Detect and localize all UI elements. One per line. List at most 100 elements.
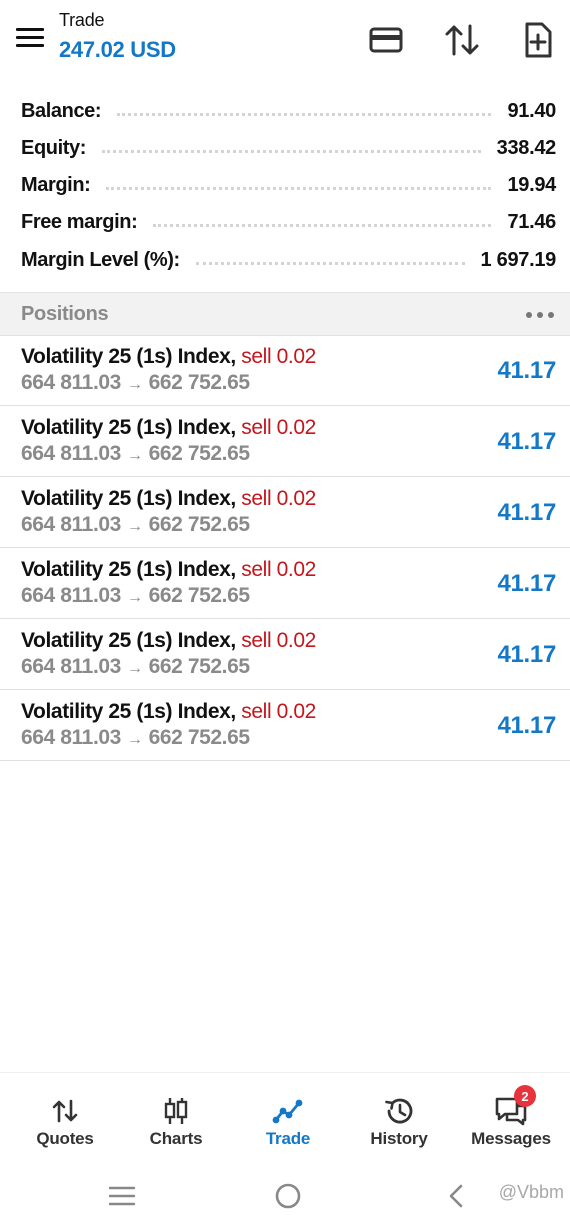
position-profit: 41.17 bbox=[497, 712, 556, 739]
dotted-leader bbox=[106, 186, 492, 190]
position-row[interactable]: Volatility 25 (1s) Index, sell 0.02 664 … bbox=[0, 619, 570, 690]
trade-line-icon bbox=[232, 1095, 344, 1127]
equity-row: Equity: 338.42 bbox=[21, 133, 556, 163]
position-side: sell 0.02 bbox=[241, 345, 316, 368]
margin-label: Margin: bbox=[21, 173, 91, 196]
open-price: 664 811.03 bbox=[21, 513, 121, 536]
history-icon bbox=[343, 1095, 455, 1127]
account-balance-header: 247.02 USD bbox=[59, 37, 176, 62]
positions-section-header: Positions bbox=[0, 292, 570, 336]
position-title: Volatility 25 (1s) Index, sell 0.02 bbox=[21, 345, 316, 369]
position-title: Volatility 25 (1s) Index, sell 0.02 bbox=[21, 629, 316, 653]
sort-arrows-icon[interactable] bbox=[442, 20, 482, 60]
bottom-tab-bar: Quotes Charts Trade History 2 Messages bbox=[0, 1072, 570, 1165]
position-title: Volatility 25 (1s) Index, sell 0.02 bbox=[21, 416, 316, 440]
position-title: Volatility 25 (1s) Index, sell 0.02 bbox=[21, 558, 316, 582]
position-row[interactable]: Volatility 25 (1s) Index, sell 0.02 664 … bbox=[0, 477, 570, 548]
equity-label: Equity: bbox=[21, 136, 86, 159]
dotted-leader bbox=[195, 261, 465, 265]
current-price: 662 752.65 bbox=[148, 655, 251, 678]
position-symbol: Volatility 25 (1s) Index, bbox=[21, 558, 236, 581]
position-row[interactable]: Volatility 25 (1s) Index, sell 0.02 664 … bbox=[0, 548, 570, 619]
watermark-text: @Vbbm bbox=[498, 1182, 564, 1202]
position-profit: 41.17 bbox=[497, 641, 556, 668]
positions-list: Volatility 25 (1s) Index, sell 0.02 664 … bbox=[0, 335, 570, 761]
open-price: 664 811.03 bbox=[21, 371, 121, 394]
position-prices: 664 811.03 → 662 752.65 bbox=[21, 371, 250, 395]
position-prices: 664 811.03 → 662 752.65 bbox=[21, 726, 250, 750]
position-prices: 664 811.03 → 662 752.65 bbox=[21, 584, 250, 608]
margin-row: Margin: 19.94 bbox=[21, 170, 556, 200]
position-side: sell 0.02 bbox=[241, 558, 316, 581]
tab-label: Quotes bbox=[36, 1129, 94, 1148]
free-margin-label: Free margin: bbox=[21, 210, 138, 233]
position-title: Volatility 25 (1s) Index, sell 0.02 bbox=[21, 487, 316, 511]
system-navigation-bar: @Vbbm bbox=[0, 1164, 570, 1227]
more-options-icon[interactable] bbox=[526, 305, 554, 325]
position-side: sell 0.02 bbox=[241, 629, 316, 652]
position-row[interactable]: Volatility 25 (1s) Index, sell 0.02 664 … bbox=[0, 406, 570, 477]
position-profit: 41.17 bbox=[497, 570, 556, 597]
position-prices: 664 811.03 → 662 752.65 bbox=[21, 655, 250, 679]
position-symbol: Volatility 25 (1s) Index, bbox=[21, 700, 236, 723]
open-price: 664 811.03 bbox=[21, 584, 121, 607]
position-symbol: Volatility 25 (1s) Index, bbox=[21, 487, 236, 510]
position-row[interactable]: Volatility 25 (1s) Index, sell 0.02 664 … bbox=[0, 690, 570, 761]
arrow-right-icon: → bbox=[126, 447, 143, 464]
quotes-icon bbox=[9, 1095, 121, 1127]
page-title: Trade bbox=[59, 10, 105, 30]
balance-value: 91.40 bbox=[507, 99, 556, 122]
tab-label: Trade bbox=[265, 1129, 311, 1148]
tab-history[interactable]: History bbox=[343, 1095, 455, 1157]
position-side: sell 0.02 bbox=[241, 700, 316, 723]
position-symbol: Volatility 25 (1s) Index, bbox=[21, 629, 236, 652]
position-prices: 664 811.03 → 662 752.65 bbox=[21, 513, 250, 537]
position-side: sell 0.02 bbox=[241, 416, 316, 439]
recents-icon[interactable] bbox=[102, 1180, 142, 1212]
arrow-right-icon: → bbox=[126, 518, 143, 535]
arrow-right-icon: → bbox=[126, 376, 143, 393]
position-side: sell 0.02 bbox=[241, 487, 316, 510]
position-prices: 664 811.03 → 662 752.65 bbox=[21, 442, 250, 466]
position-row[interactable]: Volatility 25 (1s) Index, sell 0.02 664 … bbox=[0, 335, 570, 406]
tab-charts[interactable]: Charts bbox=[120, 1095, 232, 1157]
margin-level-label: Margin Level (%): bbox=[21, 248, 180, 271]
dotted-leader bbox=[117, 112, 492, 116]
app-header: Trade 247.02 USD bbox=[0, 0, 570, 90]
unread-badge: 2 bbox=[514, 1085, 536, 1107]
home-icon[interactable] bbox=[268, 1180, 308, 1212]
open-price: 664 811.03 bbox=[21, 442, 121, 465]
tab-messages[interactable]: 2 Messages bbox=[455, 1085, 567, 1157]
open-price: 664 811.03 bbox=[21, 655, 121, 678]
back-icon[interactable] bbox=[436, 1180, 476, 1212]
margin-level-row: Margin Level (%): 1 697.19 bbox=[21, 245, 556, 275]
position-title: Volatility 25 (1s) Index, sell 0.02 bbox=[21, 700, 316, 724]
card-icon[interactable] bbox=[366, 20, 406, 60]
tab-label: Messages bbox=[471, 1129, 551, 1148]
messages-icon: 2 bbox=[455, 1085, 567, 1127]
current-price: 662 752.65 bbox=[148, 442, 251, 465]
candlestick-icon bbox=[120, 1095, 232, 1127]
position-profit: 41.17 bbox=[497, 357, 556, 384]
balance-row: Balance: 91.40 bbox=[21, 96, 556, 126]
menu-icon[interactable] bbox=[16, 28, 44, 48]
position-symbol: Volatility 25 (1s) Index, bbox=[21, 416, 236, 439]
free-margin-row: Free margin: 71.46 bbox=[21, 207, 556, 237]
title-block: Trade 247.02 USD bbox=[59, 10, 176, 63]
current-price: 662 752.65 bbox=[148, 584, 251, 607]
margin-value: 19.94 bbox=[507, 173, 556, 196]
arrow-right-icon: → bbox=[126, 589, 143, 606]
dotted-leader bbox=[153, 223, 492, 227]
new-order-icon[interactable] bbox=[518, 20, 558, 60]
tab-label: History bbox=[370, 1129, 428, 1148]
position-symbol: Volatility 25 (1s) Index, bbox=[21, 345, 236, 368]
position-profit: 41.17 bbox=[497, 499, 556, 526]
tab-trade[interactable]: Trade bbox=[232, 1095, 344, 1157]
balance-label: Balance: bbox=[21, 99, 102, 122]
current-price: 662 752.65 bbox=[148, 726, 251, 749]
free-margin-value: 71.46 bbox=[507, 210, 556, 233]
tab-quotes[interactable]: Quotes bbox=[9, 1095, 121, 1157]
position-profit: 41.17 bbox=[497, 428, 556, 455]
dotted-leader bbox=[101, 149, 481, 153]
arrow-right-icon: → bbox=[126, 731, 143, 748]
